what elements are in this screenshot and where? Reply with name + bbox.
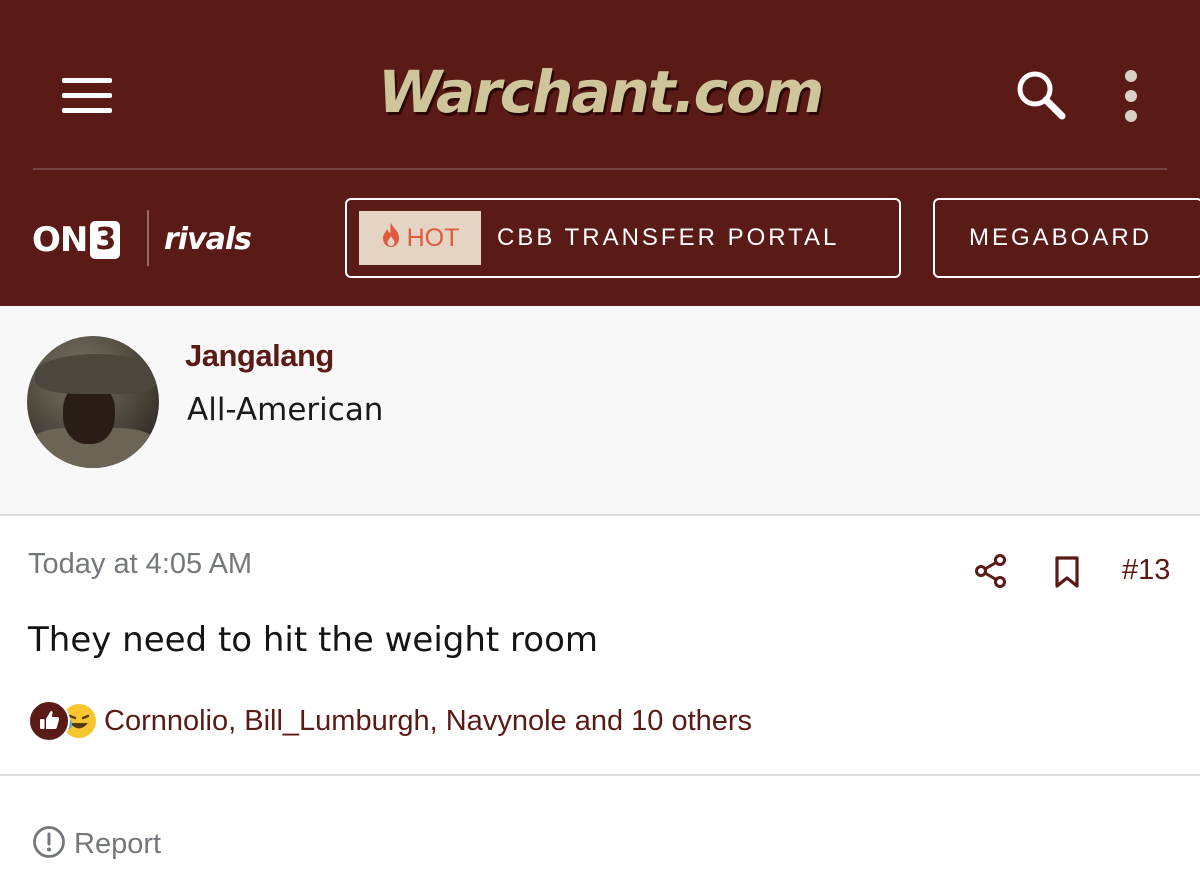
- share-icon[interactable]: [973, 553, 1009, 589]
- reactions-summary[interactable]: Cornnolio, Bill_Lumburgh, Navynole and 1…: [28, 700, 752, 742]
- on3-logo-text: ON: [32, 220, 88, 260]
- site-header: Warchant.com ON 3 rivals HOT CBB TRANSFE…: [0, 0, 1200, 306]
- alert-circle-icon: [32, 825, 66, 864]
- bookmark-icon[interactable]: [1052, 555, 1082, 589]
- megaboard-label: MEGABOARD: [969, 224, 1153, 251]
- hot-badge-label: HOT: [406, 223, 460, 252]
- on3-logo[interactable]: ON 3: [32, 218, 121, 262]
- post-timestamp[interactable]: Today at 4:05 AM: [28, 548, 252, 581]
- brand-separator: [147, 210, 149, 266]
- post-author-section: [0, 306, 1200, 516]
- hot-badge: HOT: [359, 211, 481, 265]
- search-icon[interactable]: [1012, 66, 1070, 124]
- hamburger-menu-icon[interactable]: [62, 78, 112, 114]
- megaboard-button[interactable]: MEGABOARD: [933, 198, 1200, 278]
- post-body-text: They need to hit the weight room: [28, 620, 599, 660]
- post-divider: [0, 774, 1200, 776]
- cbb-transfer-portal-button[interactable]: HOT CBB TRANSFER PORTAL: [345, 198, 901, 278]
- author-title: All-American: [187, 392, 384, 428]
- report-label: Report: [74, 827, 162, 860]
- post-number-link[interactable]: #13: [1122, 554, 1170, 587]
- cbb-transfer-portal-label: CBB TRANSFER PORTAL: [497, 224, 840, 251]
- author-username[interactable]: Jangalang: [185, 338, 334, 374]
- like-icon: [28, 700, 70, 742]
- flame-icon: [381, 222, 401, 255]
- reactions-users-text: Cornnolio, Bill_Lumburgh, Navynole and 1…: [104, 704, 753, 737]
- rivals-logo[interactable]: rivals: [164, 218, 252, 262]
- avatar[interactable]: [27, 336, 159, 468]
- header-divider: [33, 168, 1167, 170]
- on3-logo-box: 3: [90, 221, 121, 259]
- site-logo[interactable]: Warchant.com: [378, 52, 824, 132]
- more-vertical-icon[interactable]: [1116, 70, 1146, 122]
- report-button[interactable]: Report: [32, 824, 161, 864]
